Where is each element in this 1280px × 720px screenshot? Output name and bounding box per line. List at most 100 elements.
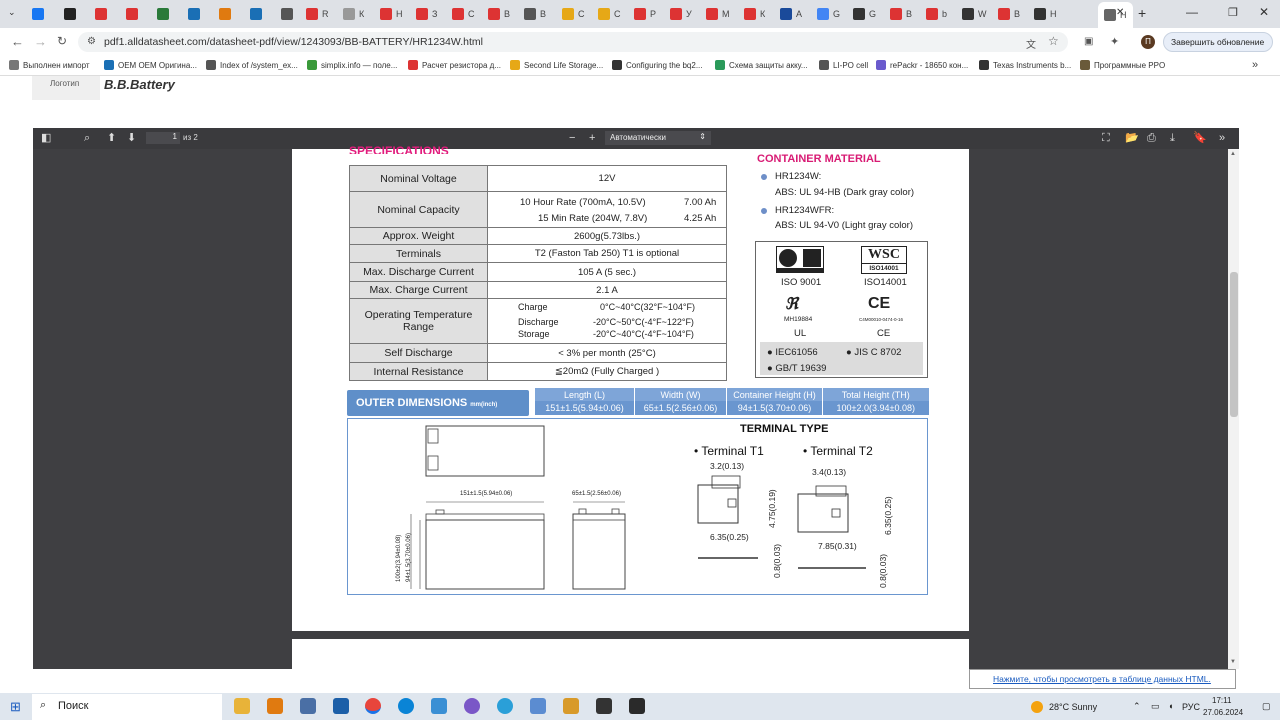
browser-tab[interactable]: З [416, 4, 437, 24]
extensions-icon[interactable]: ▣ [1084, 36, 1093, 47]
extension-puzzle-icon[interactable]: ✦ [1110, 35, 1119, 48]
app-icon[interactable] [629, 698, 645, 714]
telegram-icon[interactable] [497, 698, 513, 714]
browser-tab[interactable]: С [562, 4, 585, 24]
bookmark-item[interactable]: Configuring the bq2... [612, 60, 703, 70]
page-number-input[interactable]: 1 [146, 132, 180, 144]
skype-icon[interactable] [398, 698, 414, 714]
previous-page-icon[interactable]: ⬆ [107, 132, 116, 144]
viber-icon[interactable] [464, 698, 480, 714]
browser-tab[interactable]: Н [380, 4, 403, 24]
app-icon[interactable] [596, 698, 612, 714]
taskbar-search[interactable]: ⌕ Поиск [32, 694, 222, 720]
bookmark-item[interactable]: LI-PO cell [819, 60, 868, 70]
browser-tab[interactable]: В [890, 4, 912, 24]
more-bookmarks-icon[interactable]: » [1252, 59, 1258, 71]
bookmark-star-icon[interactable]: ☆ [1048, 34, 1059, 48]
update-button[interactable]: Завершить обновление [1163, 32, 1273, 52]
next-page-icon[interactable]: ⬇ [127, 132, 136, 144]
windows-start-icon[interactable]: ⊞ [10, 699, 21, 715]
html-datasheet-link[interactable]: Нажмите, чтобы просмотреть в таблице дан… [969, 669, 1236, 689]
tab-search-icon[interactable]: ⌄ [8, 7, 16, 18]
browser-tab[interactable]: А [780, 4, 802, 24]
sidebar-toggle-icon[interactable]: ◧ [41, 132, 51, 144]
language-indicator[interactable]: РУС [1182, 702, 1200, 712]
browser-tab[interactable]: b [926, 4, 947, 24]
translate-icon[interactable]: 文 [1026, 36, 1036, 51]
site-logo-placeholder[interactable]: Логотип [32, 76, 100, 100]
weather-icon[interactable] [1031, 701, 1043, 713]
browser-tab[interactable]: В [488, 4, 510, 24]
app-icon[interactable] [563, 698, 579, 714]
bookmark-icon[interactable]: 🔖 [1193, 132, 1207, 144]
zoom-select[interactable]: Автоматически ⇕ [605, 131, 711, 145]
open-file-icon[interactable]: 📂 [1125, 132, 1139, 144]
browser-tab[interactable] [64, 4, 76, 24]
browser-tab[interactable]: Н [1034, 4, 1057, 24]
back-icon[interactable]: ← [11, 34, 24, 49]
chrome-icon[interactable] [365, 698, 381, 714]
browser-tab[interactable]: G [853, 4, 876, 24]
scroll-up-icon[interactable]: ▲ [1230, 151, 1236, 157]
notification-icon[interactable]: ▢ [1262, 701, 1271, 712]
browser-tab[interactable]: В [524, 4, 546, 24]
bookmark-item[interactable]: Выполнен импорт [9, 60, 90, 70]
scrollbar-thumb[interactable] [1230, 272, 1238, 417]
tools-icon[interactable]: » [1219, 132, 1225, 144]
forward-icon[interactable]: → [34, 34, 47, 49]
browser-tab[interactable]: К [744, 4, 765, 24]
browser-tab[interactable]: G [817, 4, 840, 24]
app-icon[interactable] [530, 698, 546, 714]
bookmark-item[interactable]: simplix.info — поле... [307, 60, 397, 70]
bookmark-item[interactable]: Схема защиты акку... [715, 60, 808, 70]
browser-tab[interactable]: М [706, 4, 730, 24]
zoom-in-icon[interactable]: + [589, 132, 595, 144]
clock-time[interactable]: 17:11 [1212, 696, 1231, 705]
browser-tab[interactable]: Р [634, 4, 656, 24]
reload-icon[interactable]: ↻ [57, 34, 67, 48]
app-icon[interactable] [431, 698, 447, 714]
bookmark-item[interactable]: Index of /system_ex... [206, 60, 298, 70]
find-icon[interactable]: ⌕ [84, 132, 90, 144]
download-icon[interactable]: ⤓ [1170, 132, 1175, 144]
site-info-icon[interactable]: ⚙ [87, 36, 96, 47]
tab-close-icon[interactable]: ✕ [1116, 7, 1124, 18]
presentation-mode-icon[interactable]: ⛶ [1102, 132, 1110, 144]
avatar[interactable]: П [1141, 35, 1155, 49]
app-icon[interactable] [333, 698, 349, 714]
browser-tab[interactable] [219, 4, 231, 24]
search-app-icon[interactable] [267, 698, 283, 714]
print-icon[interactable]: ⎙ [1147, 132, 1156, 144]
browser-tab[interactable] [188, 4, 200, 24]
browser-tab[interactable] [126, 4, 138, 24]
tray-chevron-icon[interactable]: ⌃ [1133, 701, 1141, 712]
url-text[interactable]: pdf1.alldatasheet.com/datasheet-pdf/view… [104, 36, 483, 48]
browser-tab[interactable] [281, 4, 293, 24]
restore-button[interactable]: ❐ [1228, 6, 1238, 19]
minimize-button[interactable]: — [1186, 5, 1198, 19]
browser-tab[interactable] [95, 4, 107, 24]
close-window-button[interactable]: ✕ [1259, 5, 1269, 19]
browser-tab[interactable]: R [306, 4, 329, 24]
new-tab-button[interactable]: + [1138, 5, 1146, 21]
bookmark-item[interactable]: Расчет резистора д... [408, 60, 501, 70]
browser-tab[interactable]: W [962, 4, 987, 24]
bookmark-item[interactable]: rePackr - 18650 кон... [876, 60, 968, 70]
calculator-icon[interactable] [300, 698, 316, 714]
weather-text[interactable]: 28°C Sunny [1049, 702, 1097, 712]
zoom-out-icon[interactable]: − [569, 132, 575, 144]
clock-date[interactable]: 27.06.2024 [1203, 708, 1243, 717]
bookmark-item[interactable]: Second Life Storage... [510, 60, 603, 70]
browser-tab[interactable]: В [998, 4, 1020, 24]
file-explorer-icon[interactable] [234, 698, 250, 714]
browser-tab[interactable]: С [598, 4, 621, 24]
browser-tab[interactable] [32, 4, 44, 24]
browser-tab[interactable]: С [452, 4, 475, 24]
bookmark-item[interactable]: Программные PPO [1080, 60, 1165, 70]
scroll-down-icon[interactable]: ▼ [1230, 659, 1236, 665]
browser-tab[interactable]: У [670, 4, 692, 24]
browser-tab[interactable] [157, 4, 169, 24]
browser-tab[interactable]: К [343, 4, 364, 24]
bookmark-item[interactable]: OEM OEM Оригина... [104, 60, 197, 70]
speaker-icon[interactable]: ◖ [1168, 701, 1173, 711]
